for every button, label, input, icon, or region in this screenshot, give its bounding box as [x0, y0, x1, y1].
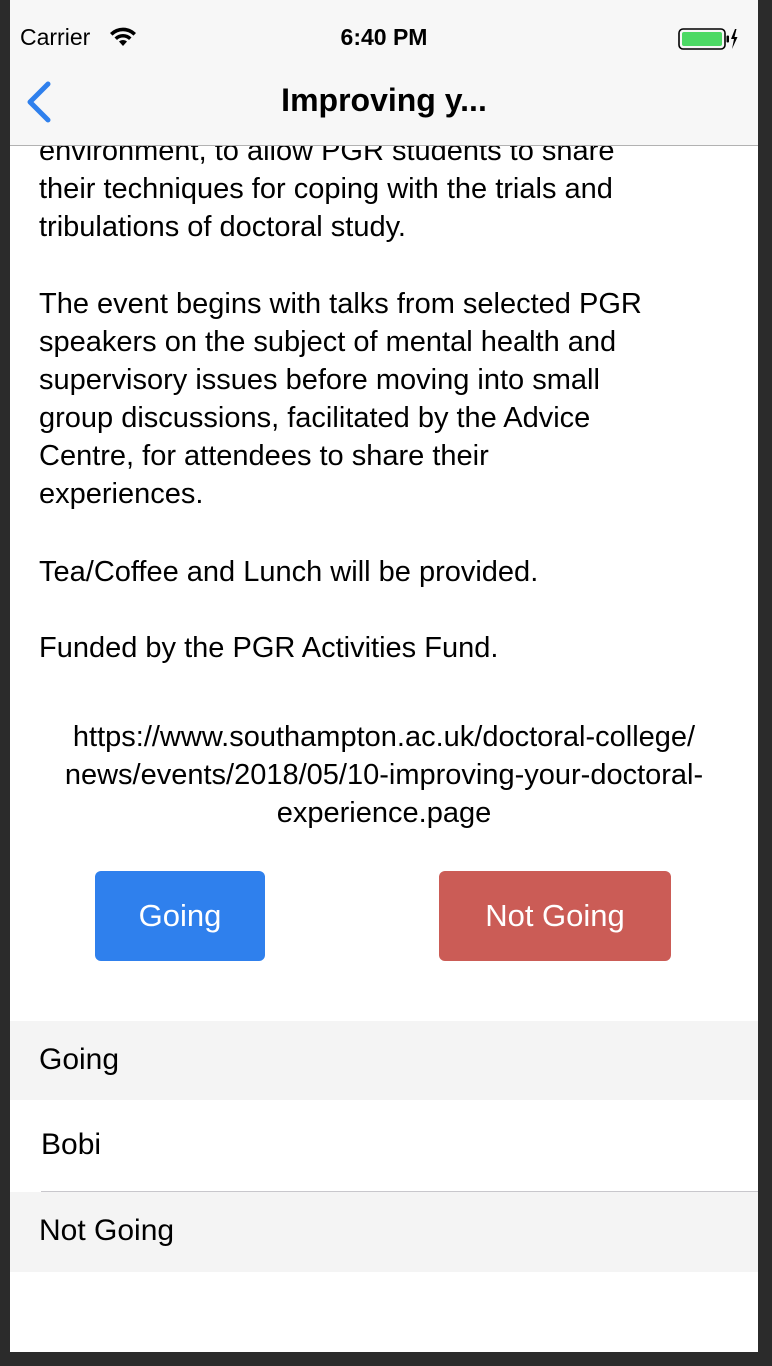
description-paragraph: The event begins with talks from selecte…	[39, 285, 739, 513]
funding-note: Funded by the PGR Activities Fund.	[39, 632, 499, 664]
event-url-link[interactable]: https://www.southampton.ac.uk/doctoral-c…	[10, 718, 758, 832]
attendee-name: Bobi	[41, 1128, 102, 1161]
event-detail-screen: environment, to allow PGR students to sh…	[10, 0, 758, 1352]
description-line: supervisory issues before moving into sm…	[39, 364, 600, 396]
clock: 6:40 PM	[340, 24, 428, 50]
not-going-section-title: Not Going	[39, 1214, 175, 1247]
not-going-section-header: Not Going	[10, 1192, 758, 1272]
description-line: Centre, for attendees to share their	[39, 440, 489, 472]
description-line: tribulations of doctoral study.	[39, 211, 406, 243]
going-button[interactable]: Going	[95, 871, 265, 961]
going-section-title: Going	[39, 1043, 120, 1076]
catering-note: Tea/Coffee and Lunch will be provided.	[39, 556, 539, 588]
description-line: speakers on the subject of mental health…	[39, 326, 617, 358]
navigation-bar: Improving y...	[10, 58, 758, 146]
url-line: experience.page	[276, 797, 492, 829]
description-line: The event begins with talks from selecte…	[39, 288, 642, 320]
description-paragraph: environment, to allow PGR students to sh…	[39, 132, 739, 246]
attendee-row[interactable]: Bobi	[10, 1100, 758, 1192]
status-bar: Carrier 6:40 PM	[10, 0, 758, 58]
description-line: group discussions, facilitated by the Ad…	[39, 402, 591, 434]
app-screen: environment, to allow PGR students to sh…	[0, 0, 772, 1366]
page-title: Improving y...	[281, 82, 487, 118]
description-line: their techniques for coping with the tri…	[39, 173, 613, 205]
not-going-button[interactable]: Not Going	[439, 871, 671, 961]
description-line: experiences.	[39, 478, 204, 510]
url-line: https://www.southampton.ac.uk/doctoral-c…	[72, 721, 696, 753]
battery-charging-icon	[678, 28, 738, 50]
url-line: news/events/2018/05/10-improving-your-do…	[64, 759, 704, 791]
going-section-header: Going	[10, 1021, 758, 1101]
